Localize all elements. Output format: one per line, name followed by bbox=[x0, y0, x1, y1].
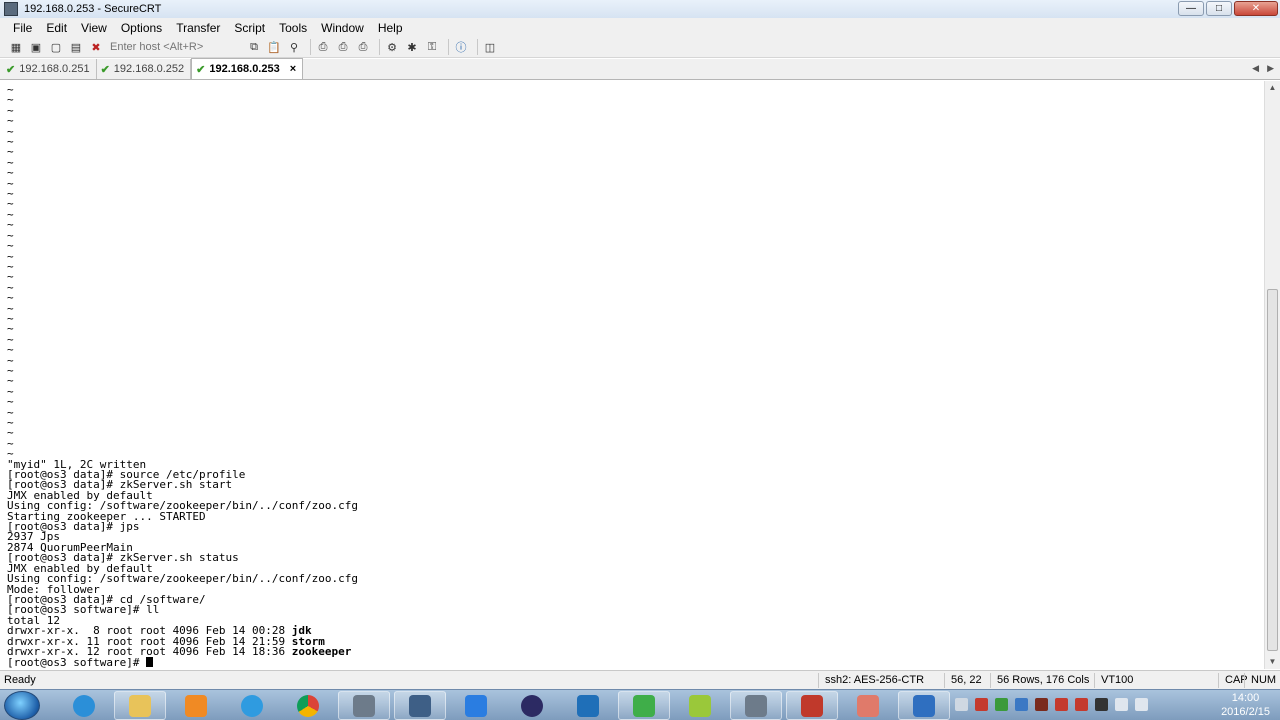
minimize-button[interactable]: — bbox=[1178, 1, 1204, 16]
title-bar: 192.168.0.253 - SecureCRT — □ ✕ bbox=[0, 0, 1280, 18]
tray-app-icon[interactable] bbox=[1035, 698, 1048, 711]
sftp-icon[interactable]: ◫ bbox=[482, 39, 498, 55]
network-icon[interactable] bbox=[1115, 698, 1128, 711]
menu-script[interactable]: Script bbox=[227, 21, 272, 35]
enter-host-input[interactable] bbox=[110, 39, 238, 55]
directory-name: zookeeper bbox=[291, 644, 352, 658]
menu-help[interactable]: Help bbox=[371, 21, 410, 35]
quick-connect-icon[interactable]: ▣ bbox=[28, 39, 44, 55]
start-button[interactable] bbox=[4, 691, 40, 720]
key-icon[interactable]: ⚿ bbox=[424, 39, 440, 55]
print-icon[interactable]: ⎙ bbox=[315, 39, 331, 55]
menu-tools[interactable]: Tools bbox=[272, 21, 314, 35]
copy-icon[interactable]: ⧉ bbox=[246, 39, 262, 55]
connect-icon[interactable]: ▦ bbox=[8, 39, 24, 55]
sftp-taskbar-icon[interactable] bbox=[730, 691, 782, 720]
volume-icon[interactable] bbox=[1135, 698, 1148, 711]
taskbar-clock[interactable]: 14:00 2016/2/15 bbox=[1221, 691, 1270, 719]
tab-192-168-0-252[interactable]: ✔ 192.168.0.252 bbox=[97, 59, 192, 79]
window-title: 192.168.0.253 - SecureCRT bbox=[24, 3, 162, 15]
pdf-reader-icon[interactable] bbox=[786, 691, 838, 720]
session-options-icon[interactable]: ⚙ bbox=[384, 39, 400, 55]
notes-icon[interactable] bbox=[450, 691, 502, 720]
tab-192-168-0-253[interactable]: ✔ 192.168.0.253 × bbox=[191, 58, 304, 79]
shell-prompt: [root@os3 software]# bbox=[7, 656, 147, 669]
tray-app-icon[interactable] bbox=[995, 698, 1008, 711]
securecrt-taskbar-icon[interactable] bbox=[338, 691, 390, 720]
scroll-up-icon[interactable]: ▲ bbox=[1265, 81, 1280, 95]
media-player-icon[interactable] bbox=[170, 691, 222, 720]
keyboard-icon[interactable] bbox=[955, 698, 968, 711]
terminal-output[interactable]: ~ ~ ~ ~ ~ ~ ~ ~ ~ ~ ~ ~ ~ ~ ~ ~ ~ ~ ~ ~ … bbox=[0, 81, 1264, 669]
menu-bar: File Edit View Options Transfer Script T… bbox=[0, 18, 1280, 37]
system-tray bbox=[955, 698, 1148, 711]
status-num-lock: NUM bbox=[1244, 673, 1276, 688]
text-cursor bbox=[146, 657, 154, 668]
virtualbox-icon[interactable] bbox=[562, 691, 614, 720]
terminal-scrollbar[interactable]: ▲ ▼ bbox=[1264, 81, 1280, 669]
help-icon[interactable]: ⓘ bbox=[453, 39, 469, 55]
find-icon[interactable]: ⚲ bbox=[286, 39, 302, 55]
network-tool-icon[interactable] bbox=[394, 691, 446, 720]
clock-time: 14:00 bbox=[1231, 692, 1260, 704]
connect-in-tab-icon[interactable]: ▢ bbox=[48, 39, 64, 55]
close-window-button[interactable]: ✕ bbox=[1234, 1, 1278, 16]
internet-explorer-icon[interactable] bbox=[58, 691, 110, 720]
connected-check-icon: ✔ bbox=[100, 63, 110, 76]
terminal-text: ~ ~ ~ ~ ~ ~ ~ ~ ~ ~ ~ ~ ~ ~ ~ ~ ~ ~ ~ ~ … bbox=[0, 81, 1264, 669]
paste-icon[interactable]: 📋 bbox=[266, 39, 282, 55]
eraser-tool-icon[interactable] bbox=[842, 691, 894, 720]
tray-app-icon[interactable] bbox=[1075, 698, 1088, 711]
clock-date: 2016/2/15 bbox=[1221, 706, 1270, 718]
printer-icon[interactable]: ⎙ bbox=[355, 39, 371, 55]
global-options-icon[interactable]: ✱ bbox=[404, 39, 420, 55]
connected-check-icon: ✔ bbox=[196, 63, 206, 76]
eclipse-icon[interactable] bbox=[506, 691, 558, 720]
tab-192-168-0-251[interactable]: ✔ 192.168.0.251 bbox=[2, 59, 97, 79]
scrollbar-thumb[interactable] bbox=[1267, 289, 1278, 651]
menu-window[interactable]: Window bbox=[314, 21, 371, 35]
pycharm-icon[interactable] bbox=[618, 691, 670, 720]
connected-check-icon: ✔ bbox=[6, 63, 16, 76]
windows-taskbar: 14:00 2016/2/15 bbox=[0, 689, 1280, 720]
disconnect-icon[interactable]: ✖ bbox=[88, 39, 104, 55]
tray-app-icon[interactable] bbox=[975, 698, 988, 711]
tab-label: 192.168.0.253 bbox=[209, 63, 280, 75]
tray-app-icon[interactable] bbox=[1055, 698, 1068, 711]
status-cipher: ssh2: AES-256-CTR bbox=[818, 673, 924, 688]
session-tab-bar: ✔ 192.168.0.251 ✔ 192.168.0.252 ✔ 192.16… bbox=[0, 58, 1280, 80]
status-bar: Ready ssh2: AES-256-CTR 56, 22 56 Rows, … bbox=[0, 670, 1280, 689]
toolbar-separator bbox=[448, 39, 449, 55]
mindmap-icon[interactable] bbox=[674, 691, 726, 720]
tab-scroll-left-icon[interactable]: ◀ bbox=[1252, 63, 1259, 74]
status-cursor-position: 56, 22 bbox=[944, 673, 982, 688]
toolbar-separator bbox=[310, 39, 311, 55]
print-selection-icon[interactable]: ⎙ bbox=[335, 39, 351, 55]
status-terminal-size: 56 Rows, 176 Cols bbox=[990, 673, 1089, 688]
menu-options[interactable]: Options bbox=[114, 21, 169, 35]
menu-edit[interactable]: Edit bbox=[39, 21, 74, 35]
toolbar-separator bbox=[477, 39, 478, 55]
menu-view[interactable]: View bbox=[74, 21, 114, 35]
menu-file[interactable]: File bbox=[6, 21, 39, 35]
tab-label: 192.168.0.252 bbox=[113, 63, 185, 75]
securecrt-app-icon[interactable] bbox=[4, 2, 18, 16]
menu-transfer[interactable]: Transfer bbox=[169, 21, 227, 35]
tray-app-icon[interactable] bbox=[1095, 698, 1108, 711]
tab-scroll-right-icon[interactable]: ▶ bbox=[1267, 63, 1274, 74]
chrome-icon[interactable] bbox=[282, 691, 334, 720]
status-ready: Ready bbox=[4, 674, 36, 686]
toolbar: ▦ ▣ ▢ ▤ ✖ ⧉ 📋 ⚲ ⎙ ⎙ ⎙ ⚙ ✱ ⚿ ⓘ ◫ bbox=[0, 37, 1280, 58]
maximize-button[interactable]: □ bbox=[1206, 1, 1232, 16]
scroll-down-icon[interactable]: ▼ bbox=[1265, 655, 1280, 669]
close-tab-icon[interactable]: × bbox=[290, 63, 296, 75]
tray-app-icon[interactable] bbox=[1015, 698, 1028, 711]
dubbo-icon[interactable] bbox=[898, 691, 950, 720]
toolbar-separator bbox=[379, 39, 380, 55]
tab-label: 192.168.0.251 bbox=[19, 63, 90, 75]
cloud-drive-icon[interactable] bbox=[226, 691, 278, 720]
reconnect-icon[interactable]: ▤ bbox=[68, 39, 84, 55]
status-emulation: VT100 bbox=[1094, 673, 1133, 688]
file-explorer-icon[interactable] bbox=[114, 691, 166, 720]
